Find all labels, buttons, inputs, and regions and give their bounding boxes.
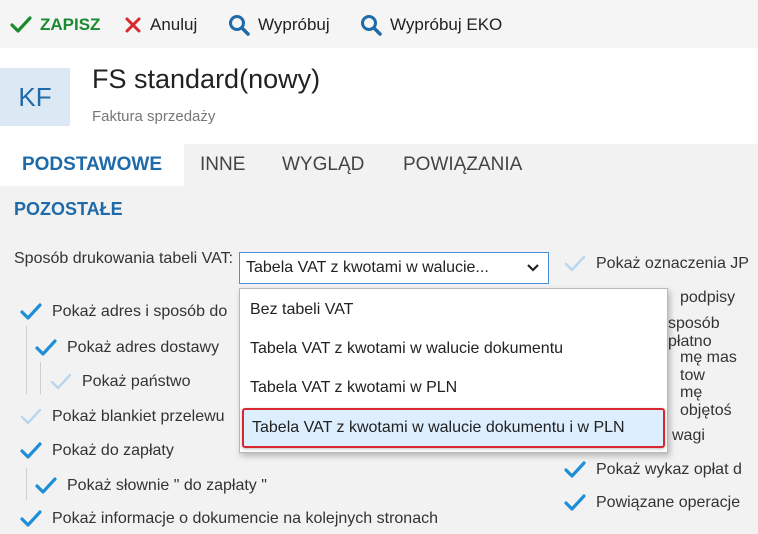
check-label: Pokaż państwo (82, 373, 191, 390)
check-row-related-operations[interactable]: Powiązane operacje (562, 488, 740, 518)
vat-print-label: Sposób drukowania tabeli VAT: (14, 250, 234, 267)
check-row-signatures[interactable]: podpisy (680, 283, 735, 313)
vat-print-select-value: Tabela VAT z kwotami w walucie... (246, 259, 489, 276)
check-label: Pokaż adres i sposób do (52, 303, 228, 320)
chevron-down-icon (527, 264, 539, 272)
tree-line (26, 468, 27, 500)
check-label: Pokaż oznaczenia JP (596, 255, 749, 272)
checkbox-icon[interactable] (48, 369, 74, 395)
document-type-badge: KF (0, 68, 70, 126)
search-icon (361, 15, 382, 36)
check-label: mę mas tow (680, 349, 737, 384)
checkbox-icon[interactable] (33, 335, 59, 361)
page-subtitle: Faktura sprzedaży (92, 108, 216, 125)
dropdown-option-selected[interactable]: Tabela VAT z kwotami w walucie dokumentu… (242, 408, 665, 448)
vat-print-dropdown: Bez tabeli VAT Tabela VAT z kwotami w wa… (239, 288, 668, 453)
check-row-country[interactable]: Pokaż państwo (48, 367, 191, 397)
tree-line (40, 362, 41, 394)
checkbox-icon[interactable] (33, 473, 59, 499)
checkbox-icon[interactable] (18, 438, 44, 464)
check-row-payment-method[interactable]: sposób płatno (668, 315, 758, 350)
check-label: wagi (672, 427, 705, 444)
try-eko-button[interactable]: Wypróbuj EKO (360, 12, 502, 38)
check-label: Pokaż wykaz opłat d (596, 461, 742, 478)
tab-podstawowe[interactable]: PODSTAWOWE (0, 144, 184, 186)
checkmark-icon (10, 16, 32, 33)
cancel-label: Anuluj (150, 15, 198, 34)
check-label: Pokaż do zapłaty (52, 442, 174, 459)
vat-print-select[interactable]: Tabela VAT z kwotami w walucie... (239, 252, 549, 284)
page-title: FS standard(nowy) (92, 64, 321, 94)
check-label: Pokaż słownie " do zapłaty " (67, 477, 267, 494)
try-button[interactable]: Wypróbuj (228, 12, 330, 38)
check-row-transfer-form[interactable]: Pokaż blankiet przelewu (18, 402, 225, 432)
section-title: POZOSTAŁE (14, 199, 123, 219)
tab-bar: PODSTAWOWE INNE WYGLĄD POWIĄZANIA (0, 144, 758, 186)
check-row-goods-volume[interactable]: mę objętoś (680, 384, 758, 419)
check-label: sposób płatno (668, 315, 720, 350)
check-label: podpisy (680, 289, 736, 306)
check-row-delivery-address[interactable]: Pokaż adres dostawy (33, 333, 219, 363)
save-button[interactable]: ZAPISZ (10, 12, 100, 38)
checkbox-icon[interactable] (562, 457, 588, 483)
tree-line (26, 326, 27, 394)
try-eko-label: Wypróbuj EKO (390, 15, 503, 34)
check-label: mę objętoś (680, 384, 732, 419)
tab-powiazania[interactable]: POWIĄZANIA (403, 144, 522, 186)
checkbox-icon[interactable] (18, 506, 44, 532)
checkbox-icon[interactable] (562, 251, 588, 277)
checkbox-icon[interactable] (18, 299, 44, 325)
try-label: Wypróbuj (258, 15, 330, 34)
check-row-fees-list[interactable]: Pokaż wykaz opłat d (562, 455, 742, 485)
tab-wyglad[interactable]: WYGLĄD (282, 144, 364, 186)
check-label: Pokaż blankiet przelewu (52, 408, 225, 425)
checkbox-icon[interactable] (18, 404, 44, 430)
save-label: ZAPISZ (40, 15, 101, 34)
check-label: Pokaż informacje o dokumencie na kolejny… (52, 510, 438, 527)
check-row-doc-info-pages[interactable]: Pokaż informacje o dokumencie na kolejny… (18, 504, 438, 534)
check-row-goods-mass[interactable]: mę mas tow (680, 349, 758, 384)
check-row-address[interactable]: Pokaż adres i sposób do (18, 297, 227, 327)
cancel-button[interactable]: Anuluj (124, 12, 197, 38)
document-header: KF FS standard(nowy) Faktura sprzedaży (0, 48, 758, 144)
tab-inne[interactable]: INNE (200, 144, 245, 186)
check-row-weight[interactable]: wagi (672, 421, 705, 451)
checkbox-icon[interactable] (562, 490, 588, 516)
dropdown-option[interactable]: Tabela VAT z kwotami w PLN (242, 370, 665, 406)
check-row-to-pay[interactable]: Pokaż do zapłaty (18, 436, 174, 466)
check-label: Pokaż adres dostawy (67, 339, 220, 356)
check-row-amount-in-words[interactable]: Pokaż słownie " do zapłaty " (33, 471, 267, 501)
dropdown-option[interactable]: Bez tabeli VAT (242, 292, 665, 328)
check-label: Powiązane operacje (596, 494, 741, 511)
toolbar: ZAPISZ Anuluj Wypróbuj Wypróbuj EKO (0, 0, 758, 48)
search-icon (229, 15, 250, 36)
check-row-jp-codes[interactable]: Pokaż oznaczenia JP (562, 249, 749, 279)
dropdown-option[interactable]: Tabela VAT z kwotami w walucie dokumentu (242, 331, 665, 367)
close-icon (125, 17, 141, 33)
